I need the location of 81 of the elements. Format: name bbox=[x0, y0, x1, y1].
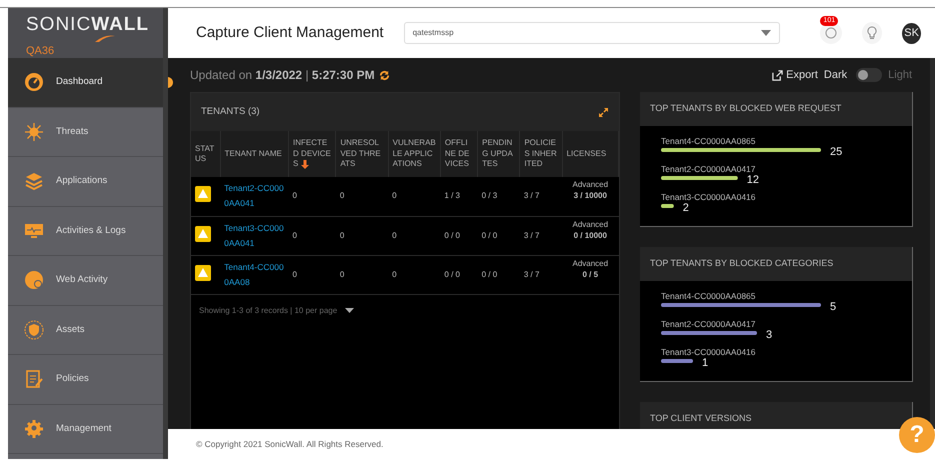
table-cell: 0 / 0 bbox=[444, 270, 460, 278]
column-header[interactable]: LICENSES bbox=[562, 131, 618, 177]
tenant-select[interactable]: qatestmssp bbox=[404, 22, 780, 44]
license-count: 0 / 5 bbox=[582, 268, 600, 280]
export-icon bbox=[772, 70, 784, 80]
table-cell: 0 bbox=[392, 230, 397, 240]
table-cell: 0 bbox=[340, 230, 344, 240]
table-cell: 0 bbox=[292, 270, 297, 278]
column-header[interactable]: STATUS bbox=[191, 131, 220, 177]
tips-button[interactable] bbox=[862, 22, 882, 44]
table-cell: 0 bbox=[340, 191, 344, 200]
lightbulb-icon bbox=[867, 26, 878, 40]
table-cell: 0 / 0 bbox=[482, 230, 498, 240]
copyright-text: © Copyright 2021 SonicWall. All Rights Reserved. bbox=[196, 438, 384, 450]
gauge-icon bbox=[24, 72, 44, 92]
column-header[interactable]: PENDING UPDATES bbox=[478, 131, 520, 177]
tenant-link[interactable]: Tenant4-CC0000AA08 bbox=[224, 260, 285, 290]
license-count: 3 / 10000 bbox=[572, 190, 608, 201]
column-header[interactable]: UNRESOLVED THREATS bbox=[336, 131, 388, 177]
last-updated-text: Updated on 1/3/2022 | 5:27:30 PM bbox=[190, 67, 375, 84]
page-title: Capture Client Management bbox=[196, 22, 384, 43]
pagination-text: Showing 1-3 of 3 records | 10 per page bbox=[199, 304, 338, 316]
license-count: 0 / 10000 bbox=[572, 230, 608, 240]
instance-name: QA36 bbox=[26, 45, 54, 57]
table-cell: 1 / 3 bbox=[444, 191, 460, 200]
bar-label: Tenant4-CC0000AA0865 bbox=[661, 291, 756, 301]
bar bbox=[661, 359, 693, 363]
panel-title: TOP TENANTS BY BLOCKED WEB REQUEST bbox=[650, 102, 842, 116]
caret-icon[interactable] bbox=[345, 308, 354, 313]
column-header[interactable]: INFECTED DEVICES bbox=[288, 131, 336, 177]
license-type: Advanced bbox=[571, 258, 610, 268]
column-header[interactable]: OFFLINE DEVICES bbox=[440, 131, 478, 177]
card-title: TENANTS (3) bbox=[201, 104, 260, 119]
theme-label: Dark bbox=[824, 68, 848, 83]
bar-label: Tenant2-CC0000AA0417 bbox=[661, 319, 756, 329]
tenant-link[interactable]: Tenant3-CC0000AA041 bbox=[224, 220, 285, 250]
value-label: 2 bbox=[682, 202, 689, 214]
gear-icon bbox=[24, 418, 44, 439]
expand-icon[interactable] bbox=[598, 106, 609, 118]
sidebar-item[interactable]: Dashboard bbox=[8, 58, 163, 108]
panel-title: TOP TENANTS BY BLOCKED CATEGORIES bbox=[650, 257, 834, 270]
table-cell: 3 / 7 bbox=[524, 230, 540, 240]
value-label: 25 bbox=[830, 146, 842, 158]
value-label: 12 bbox=[746, 174, 760, 186]
license-type: Advanced bbox=[571, 179, 610, 190]
value-label: 1 bbox=[702, 357, 708, 369]
table-cell: 0 bbox=[292, 191, 297, 200]
theme-label: Light bbox=[888, 68, 912, 83]
table-cell: 0 bbox=[392, 191, 397, 200]
layers-icon bbox=[24, 171, 44, 192]
export-link[interactable]: Export bbox=[772, 66, 818, 84]
table-cell: 0 bbox=[292, 230, 297, 240]
sort-arrow-icon bbox=[301, 159, 310, 168]
tenant-link[interactable]: Tenant2-CC0000AA041 bbox=[224, 181, 285, 212]
shield-icon bbox=[24, 320, 44, 340]
column-header[interactable]: VULNERABLE APPLICATIONS bbox=[388, 131, 440, 177]
value-label: 3 bbox=[766, 329, 772, 341]
table-cell: 3 / 7 bbox=[524, 270, 540, 278]
table-cell: 0 / 0 bbox=[444, 230, 460, 240]
refresh-icon[interactable] bbox=[378, 70, 390, 80]
table-cell: 0 bbox=[392, 270, 397, 278]
value-label: 5 bbox=[830, 301, 836, 313]
table-cell: 3 / 7 bbox=[524, 191, 540, 200]
caret-icon bbox=[761, 30, 772, 36]
bar-label: Tenant3-CC0000AA0416 bbox=[661, 192, 756, 202]
panel-title: TOP CLIENT VERSIONS bbox=[650, 412, 752, 426]
document-icon bbox=[24, 369, 44, 390]
column-header[interactable]: POLICIES INHERITED bbox=[520, 131, 562, 177]
brand-logo: SONICWALL bbox=[26, 14, 150, 36]
table-cell: 0 / 0 bbox=[482, 270, 498, 278]
table-cell: 0 / 3 bbox=[482, 191, 498, 200]
bell-icon bbox=[825, 27, 838, 39]
bar bbox=[661, 204, 674, 208]
user-avatar[interactable]: SK bbox=[902, 22, 921, 44]
license-type: Advanced bbox=[571, 218, 610, 230]
bar-label: Tenant2-CC0000AA0417 bbox=[661, 164, 756, 174]
bar-label: Tenant3-CC0000AA0416 bbox=[661, 347, 756, 357]
table-cell: 0 bbox=[340, 270, 344, 278]
column-header[interactable]: TENANT NAME bbox=[220, 131, 289, 177]
bar-label: Tenant4-CC0000AA0865 bbox=[661, 136, 756, 146]
theme-toggle[interactable] bbox=[856, 68, 882, 82]
